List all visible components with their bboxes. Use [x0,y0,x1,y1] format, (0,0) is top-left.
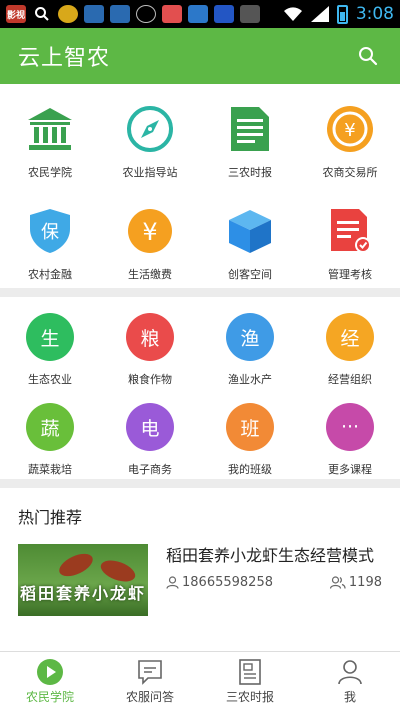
svg-text:¥: ¥ [344,120,355,141]
nav-me[interactable]: 我 [300,652,400,711]
service-label: 生活缴费 [128,268,172,281]
play-icon [37,659,63,685]
category-label: 渔业水产 [228,373,272,386]
shield-icon: 保 [25,206,75,256]
app-header: 云上智农 [0,28,400,84]
bottom-nav: 农民学院 农服问答 三农时报 我 [0,651,400,711]
category-badge: 粮 [126,313,174,361]
services-section: 农民学院 农业指导站 三农时报 ¥ 农商交易所 保 农村金融 ¥ 生活缴费 创客… [0,84,400,288]
document-icon [225,104,275,154]
app-icon [58,5,78,23]
notification-icons: 影视 [6,5,260,23]
service-label: 创客空间 [228,268,272,281]
nav-farmer-academy[interactable]: 农民学院 [0,652,100,711]
category-badge: 电 [126,403,174,451]
service-label: 农民学院 [28,166,72,179]
viewers-icon [329,576,346,589]
baidu-icon [214,5,234,23]
category-item[interactable]: 蔬 蔬菜栽培 [0,387,100,477]
yen-badge-icon: ¥ [125,206,175,256]
category-item[interactable]: 渔 渔业水产 [200,297,300,387]
category-item[interactable]: 生 生态农业 [0,297,100,387]
search-icon [359,47,378,66]
cube-icon [225,206,275,256]
nav-label: 三农时报 [225,690,274,704]
report-icon [325,206,375,256]
nav-label: 我 [343,690,356,704]
search-icon [32,5,52,23]
app-title: 云上智农 [18,46,111,71]
more-courses-item[interactable]: ··· 更多课程 [300,387,400,477]
battery-icon [336,4,348,24]
search-button[interactable] [354,42,382,70]
service-news[interactable]: 三农时报 [200,84,300,186]
category-badge: 生 [26,313,74,361]
service-farmer-academy[interactable]: 农民学院 [0,84,100,186]
category-badge: 班 [226,403,274,451]
app-icon [110,5,130,23]
category-item[interactable]: 电 电子商务 [100,387,200,477]
category-item[interactable]: 粮 粮食作物 [100,297,200,387]
article-thumbnail: 稻田套养小龙虾 [18,544,148,616]
category-item[interactable]: 经 经营组织 [300,297,400,387]
service-maker-space[interactable]: 创客空间 [200,186,300,288]
app-icon [162,5,182,23]
person-icon [338,660,362,685]
service-label: 三农时报 [228,166,272,179]
cat-icon [136,5,156,23]
service-label: 农业指导站 [122,166,178,179]
category-badge: 经 [326,313,374,361]
compass-icon [125,104,175,154]
svg-text:¥: ¥ [142,218,157,246]
nav-qa[interactable]: 农服问答 [100,652,200,711]
service-agri-guide[interactable]: 农业指导站 [100,84,200,186]
nav-label: 农服问答 [125,690,174,704]
service-exchange[interactable]: ¥ 农商交易所 [300,84,400,186]
service-rural-finance[interactable]: 保 农村金融 [0,186,100,288]
service-label: 农村金融 [28,268,72,281]
app-icon [188,5,208,23]
newspaper-icon [239,659,261,685]
category-label: 粮食作物 [128,373,172,386]
more-icon: ··· [326,403,374,451]
categories-section: 生 生态农业 粮 粮食作物 渔 渔业水产 经 经营组织 蔬 蔬菜栽培 电 电子商… [0,297,400,479]
service-assessment[interactable]: 管理考核 [300,186,400,288]
service-label: 农商交易所 [322,166,378,179]
category-item[interactable]: 班 我的班级 [200,387,300,477]
news-app-icon: 影视 [6,5,26,23]
coin-icon: ¥ [325,104,375,154]
category-badge: 蔬 [26,403,74,451]
category-label: 电子商务 [128,463,172,476]
nav-label: 农民学院 [25,690,74,704]
service-label: 管理考核 [328,268,372,281]
signal-icon [310,6,329,22]
hot-title: 热门推荐 [18,508,83,527]
category-label: 经营组织 [328,373,372,386]
article-card[interactable]: 稻田套养小龙虾 稻田套养小龙虾生态经营模式 18665598258 1198 [0,536,400,636]
thumbnail-caption: 稻田套养小龙虾 [20,584,147,603]
category-label: 更多课程 [328,463,372,476]
hot-section: 热门推荐 稻田套养小龙虾 稻田套养小龙虾生态经营模式 18665598258 1… [0,488,400,651]
app-icon [240,5,260,23]
category-label: 生态农业 [28,373,72,386]
service-bill-payment[interactable]: ¥ 生活缴费 [100,186,200,288]
status-bar: 影视 3:08 [0,0,400,28]
app-icon [84,5,104,23]
user-icon [166,576,179,589]
article-author: 18665598258 [182,575,273,590]
clock: 3:08 [355,4,394,24]
building-icon [25,104,75,154]
category-label: 我的班级 [228,463,272,476]
nav-news[interactable]: 三农时报 [200,652,300,711]
svg-text:保: 保 [41,222,59,243]
article-title: 稻田套养小龙虾生态经营模式 [166,546,375,565]
category-badge: 渔 [226,313,274,361]
article-views: 1198 [348,575,382,590]
wifi-icon [283,7,302,21]
category-label: 蔬菜栽培 [28,463,72,476]
chat-icon [138,660,162,685]
